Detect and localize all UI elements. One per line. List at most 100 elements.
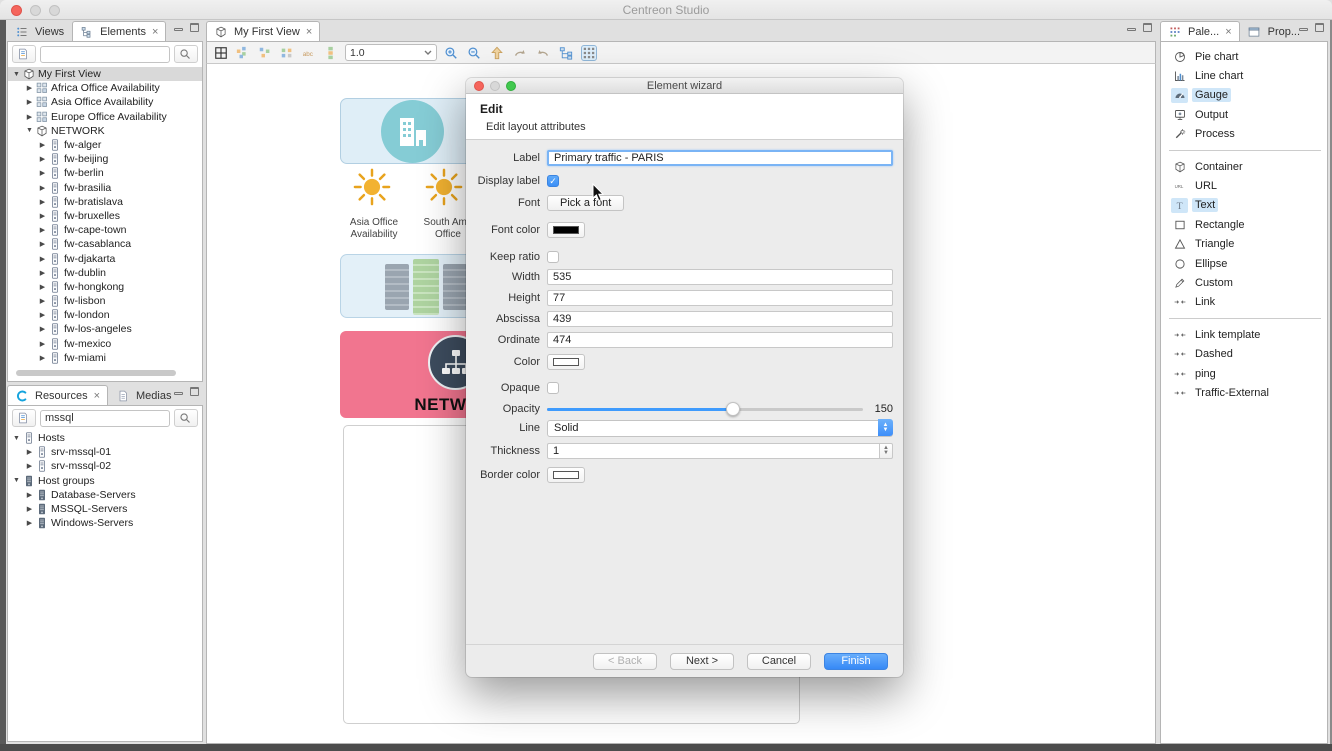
height-field[interactable] [547,290,893,306]
minimize-editor-icon[interactable] [1127,28,1136,31]
maximize-panel-icon[interactable] [190,23,199,32]
palette-item-url[interactable]: URLURL [1161,176,1327,195]
close-tab-icon[interactable]: × [306,26,312,38]
thickness-spinner[interactable]: ▲▼ [547,443,893,459]
expand-arrow-icon[interactable]: ▶ [37,297,48,305]
collapse-arrow-icon[interactable]: ▼ [24,127,35,134]
arrange-a-icon[interactable] [235,45,251,61]
minimize-panel-icon[interactable] [1299,28,1308,31]
up-arrow-icon[interactable] [489,45,505,61]
font-color-swatch-button[interactable] [547,222,585,238]
expand-arrow-icon[interactable]: ▶ [37,311,48,319]
tree-item-fw-dublin[interactable]: ▶fw-dublin [8,266,202,280]
zoom-out-icon[interactable] [466,45,482,61]
palette-item-line-chart[interactable]: Line chart [1161,66,1327,85]
expand-arrow-icon[interactable]: ▶ [37,198,48,206]
tree-item-europe-office-availability[interactable]: ▶Europe Office Availability [8,110,202,124]
tree-item-network[interactable]: ▼NETWORK [8,124,202,138]
undo-icon[interactable] [535,45,551,61]
maximize-editor-icon[interactable] [1143,23,1152,32]
palette-item-text[interactable]: TText [1161,196,1327,215]
tree-item-fw-london[interactable]: ▶fw-london [8,308,202,322]
palette-item-traffic-external[interactable]: Traffic-External [1161,383,1327,402]
tree-item-fw-brasilia[interactable]: ▶fw-brasilia [8,181,202,195]
palette-item-link[interactable]: Link [1161,293,1327,312]
tree-item-mssql-servers[interactable]: ▶MSSQL-Servers [8,502,202,516]
expand-arrow-icon[interactable]: ▶ [37,212,48,220]
collapse-arrow-icon[interactable]: ▼ [11,435,22,442]
width-field[interactable] [547,269,893,285]
tree-item-host-groups[interactable]: ▼Host groups [8,474,202,488]
sun-status-icon[interactable] [425,168,463,206]
tree-item-fw-hongkong[interactable]: ▶fw-hongkong [8,280,202,294]
resources-tab-medias[interactable]: Medias [108,385,179,405]
tree-item-windows-servers[interactable]: ▶Windows-Servers [8,516,202,530]
color-swatch-button[interactable] [547,354,585,370]
expand-arrow-icon[interactable]: ▶ [24,505,35,513]
palette-item-rectangle[interactable]: Rectangle [1161,215,1327,234]
palette-item-ellipse[interactable]: Ellipse [1161,254,1327,273]
expand-arrow-icon[interactable]: ▶ [37,226,48,234]
expand-arrow-icon[interactable]: ▶ [24,448,35,456]
palette-tab-prop[interactable]: Prop... [1240,21,1308,41]
tree-item-fw-alger[interactable]: ▶fw-alger [8,138,202,152]
maximize-panel-icon[interactable] [1315,23,1324,32]
palette-item-pie-chart[interactable]: Pie chart [1161,47,1327,66]
expand-arrow-icon[interactable]: ▶ [37,283,48,291]
tree-item-fw-miami[interactable]: ▶fw-miami [8,351,202,365]
display-label-checkbox[interactable]: ✓ [547,175,559,187]
resources-tab-resources[interactable]: Resources× [7,385,108,405]
expand-arrow-icon[interactable]: ▶ [24,491,35,499]
minimize-panel-icon[interactable] [174,392,183,395]
font-button[interactable]: Pick a font [547,195,624,211]
expand-arrow-icon[interactable]: ▶ [37,184,48,192]
expand-arrow-icon[interactable]: ▶ [37,240,48,248]
expand-arrow-icon[interactable]: ▶ [24,519,35,527]
tree-item-my-first-view[interactable]: ▼My First View [8,67,202,81]
resources-search-input[interactable] [40,410,170,427]
palette-item-link-template[interactable]: Link template [1161,325,1327,344]
tree-item-srv-mssql-01[interactable]: ▶srv-mssql-01 [8,445,202,459]
select-stepper-icon[interactable]: ▲▼ [878,419,893,436]
tree-item-africa-office-availability[interactable]: ▶Africa Office Availability [8,81,202,95]
tree-item-fw-lisbon[interactable]: ▶fw-lisbon [8,294,202,308]
expand-arrow-icon[interactable]: ▶ [24,84,35,92]
sun-status-icon[interactable] [353,168,391,206]
grid-icon[interactable] [213,45,229,61]
palette-tab-pale[interactable]: Pale...× [1160,21,1240,41]
elements-search-input[interactable] [40,46,170,63]
finish-button[interactable]: Finish [824,653,888,670]
line-select[interactable]: Solid▲▼ [547,420,893,437]
opaque-checkbox[interactable] [547,382,559,394]
expand-arrow-icon[interactable]: ▶ [37,340,48,348]
dialog-titlebar[interactable]: Element wizard [466,78,903,94]
tree-item-srv-mssql-02[interactable]: ▶srv-mssql-02 [8,459,202,473]
maximize-panel-icon[interactable] [190,387,199,396]
minimize-panel-icon[interactable] [174,28,183,31]
collapse-arrow-icon[interactable]: ▼ [11,71,22,78]
slider-thumb[interactable] [726,402,740,416]
abc-icon[interactable]: abc [301,45,317,61]
palette-item-output[interactable]: Output [1161,105,1327,124]
horizontal-scrollbar[interactable] [16,370,176,376]
ordinate-field[interactable] [547,332,893,348]
close-tab-icon[interactable]: × [1225,26,1231,38]
tree-item-fw-beijing[interactable]: ▶fw-beijing [8,152,202,166]
tree-item-fw-djakarta[interactable]: ▶fw-djakarta [8,251,202,265]
palette-item-custom[interactable]: Custom [1161,273,1327,292]
elements-tab-views[interactable]: Views [7,21,72,41]
expand-arrow-icon[interactable]: ▶ [24,98,35,106]
tree-item-fw-bratislava[interactable]: ▶fw-bratislava [8,195,202,209]
palette-item-dashed[interactable]: Dashed [1161,344,1327,363]
expand-arrow-icon[interactable]: ▶ [37,255,48,263]
elements-search-button[interactable] [174,45,198,63]
arrange-b-icon[interactable] [257,45,273,61]
palette-item-process[interactable]: Process [1161,125,1327,144]
cancel-button[interactable]: Cancel [747,653,811,670]
close-tab-icon[interactable]: × [152,26,158,38]
tree-item-fw-berlin[interactable]: ▶fw-berlin [8,166,202,180]
tree-item-fw-casablanca[interactable]: ▶fw-casablanca [8,237,202,251]
opacity-slider[interactable]: 150 [547,403,893,415]
elements-tab-elements[interactable]: Elements× [72,21,166,41]
expand-arrow-icon[interactable]: ▶ [24,113,35,121]
